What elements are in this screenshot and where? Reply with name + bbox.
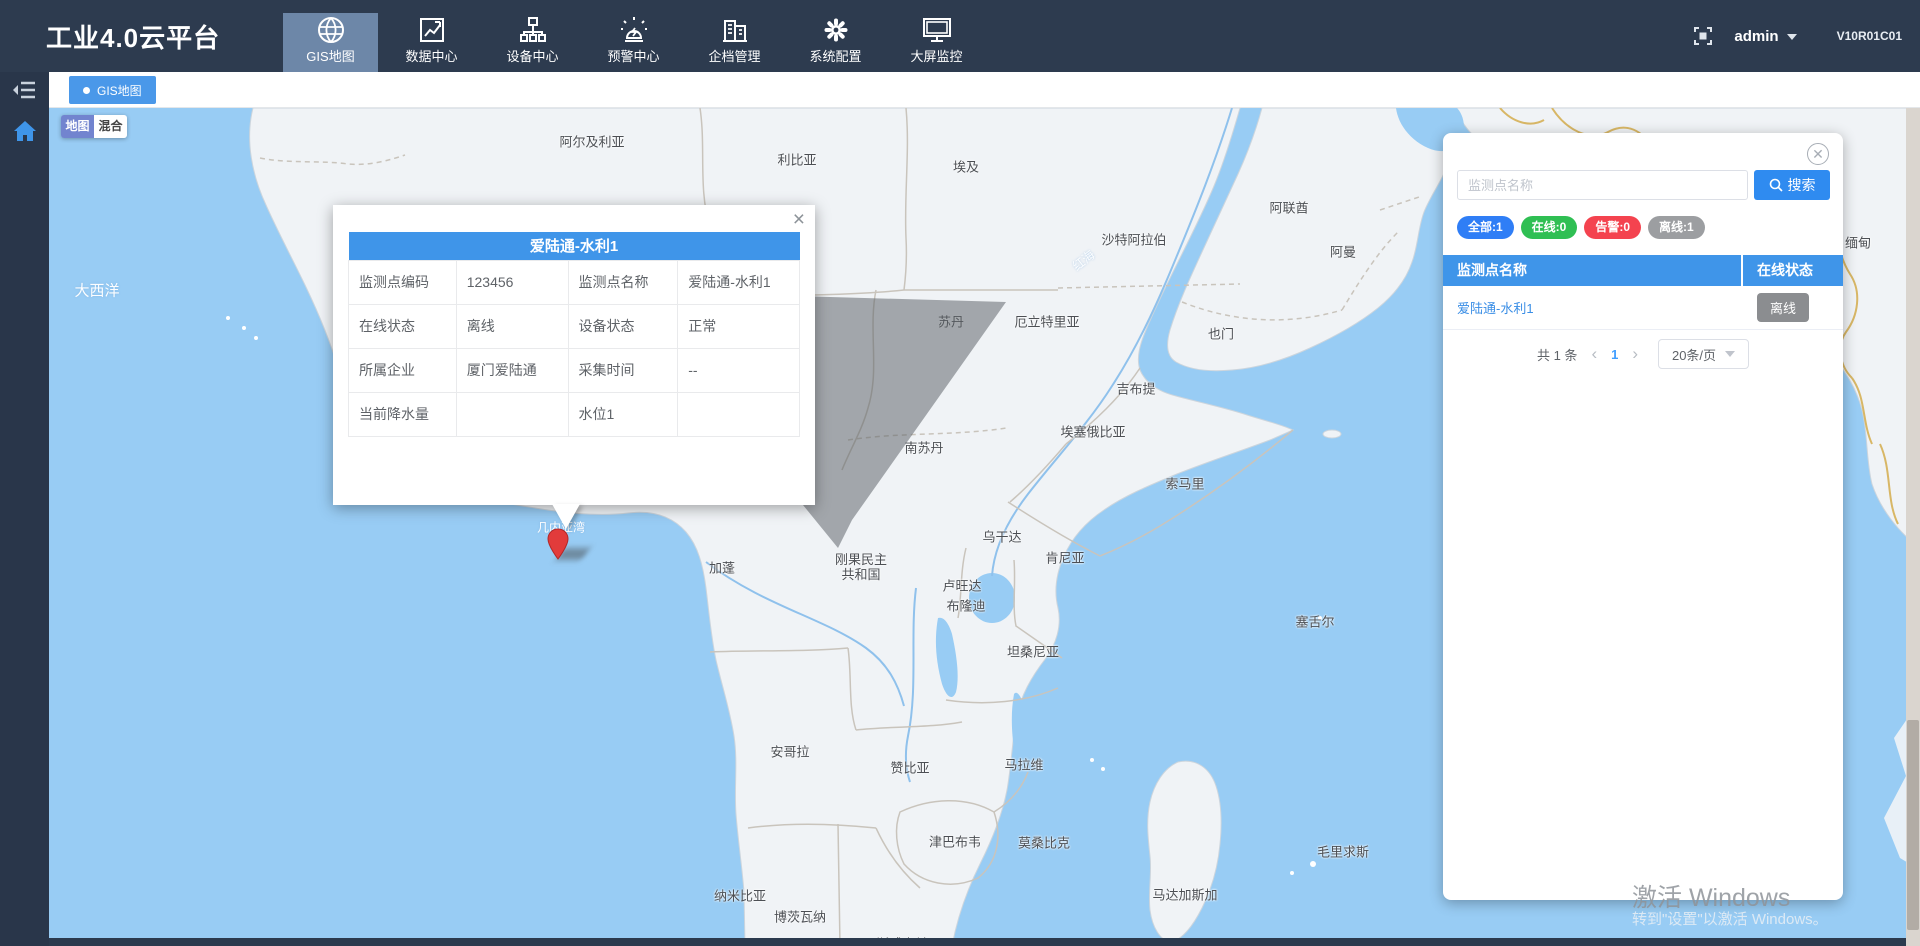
gear-icon (822, 15, 850, 45)
nav-item-label: 设备中心 (506, 46, 558, 65)
popup-cell-label: 采集时间 (568, 348, 678, 392)
panel-close-icon[interactable]: ✕ (1807, 143, 1829, 165)
search-button[interactable]: 搜索 (1754, 170, 1830, 200)
popup-detail-table: 爱陆通-水利1 监测点编码123456监测点名称爱陆通-水利1在线状态离线设备状… (348, 232, 800, 437)
alarm-icon (620, 15, 648, 45)
topbar-right: admin V10R01C01 (1694, 0, 1902, 72)
nav-item-数据中心[interactable]: 数据中心 (381, 0, 482, 72)
popup-close-icon[interactable]: × (793, 209, 805, 231)
building-icon (721, 15, 749, 45)
nav-item-label: 企档管理 (708, 46, 760, 65)
map-type-混合[interactable]: 混合 (94, 115, 127, 138)
version-label: V10R01C01 (1837, 29, 1902, 43)
monitor-point-popup: × 爱陆通-水利1 监测点编码123456监测点名称爱陆通-水利1在线状态离线设… (333, 205, 815, 505)
search-input[interactable] (1457, 170, 1748, 200)
popup-cell-label: 在线状态 (349, 304, 457, 348)
chevron-down-icon (1725, 351, 1735, 357)
nav-item-GIS地图[interactable]: GIS地图 (280, 0, 381, 72)
nav-item-label: 大屏监控 (910, 46, 962, 65)
active-tab-dot-icon (83, 87, 90, 94)
popup-cell-value: -- (678, 348, 800, 392)
page-size-select[interactable]: 20条/页 (1658, 339, 1749, 369)
popup-cell-value (678, 392, 800, 436)
monitor-icon (922, 15, 952, 45)
top-nav-bar: 工业4.0云平台 GIS地图 数据中心 设备中心 预警中心 企档管理 系统配置 大屏监控 a… (0, 0, 1920, 72)
map-type-地图[interactable]: 地图 (61, 115, 94, 138)
search-button-label: 搜索 (1788, 175, 1816, 195)
popup-arrow (552, 504, 580, 529)
prev-page-button[interactable]: ‹ (1591, 346, 1597, 362)
collapse-menu-icon[interactable] (13, 80, 37, 100)
nav-item-label: 系统配置 (809, 46, 861, 65)
bottom-edge-strip (0, 938, 1920, 946)
status-badges: 全部:1 在线:0 告警:0 离线:1 (1457, 216, 1705, 239)
vertical-scrollbar[interactable] (1906, 108, 1920, 946)
table-row: 爱陆通-水利1 离线 (1443, 286, 1843, 330)
status-cell: 离线 (1743, 293, 1841, 322)
app-title: 工业4.0云平台 (46, 0, 220, 72)
badge-在线:0[interactable]: 在线:0 (1521, 216, 1578, 239)
popup-cell-value: 爱陆通-水利1 (678, 260, 800, 304)
popup-title: 爱陆通-水利1 (349, 232, 800, 260)
user-menu[interactable]: admin (1734, 28, 1778, 45)
popup-cell-label: 所属企业 (349, 348, 457, 392)
popup-cell-value (456, 392, 568, 436)
search-icon (1769, 178, 1783, 192)
nav-item-label: GIS地图 (306, 46, 354, 65)
fullscreen-icon[interactable] (1694, 27, 1712, 45)
nav-item-系统配置[interactable]: 系统配置 (785, 0, 886, 72)
nav-item-label: 预警中心 (607, 46, 659, 65)
chart-icon (418, 15, 446, 45)
nav-item-预警中心[interactable]: 预警中心 (583, 0, 684, 72)
globe-icon (317, 15, 345, 45)
nav-item-设备中心[interactable]: 设备中心 (482, 0, 583, 72)
column-header-status: 在线状态 (1743, 255, 1841, 286)
popup-table-row: 所属企业厦门爱陆通采集时间-- (349, 348, 800, 392)
popup-cell-label: 监测点名称 (568, 260, 678, 304)
next-page-button[interactable]: › (1632, 346, 1638, 362)
popup-table-row: 当前降水量 水位1 (349, 392, 800, 436)
scrollbar-thumb[interactable] (1907, 720, 1919, 930)
badge-全部:1[interactable]: 全部:1 (1457, 216, 1514, 239)
badge-离线:1[interactable]: 离线:1 (1648, 216, 1705, 239)
tab-bar: GIS地图 (49, 72, 1920, 108)
tab-gis-map[interactable]: GIS地图 (69, 76, 156, 104)
popup-cell-label: 当前降水量 (349, 392, 457, 436)
home-icon[interactable] (13, 120, 37, 142)
map-type-control: 地图混合 (61, 115, 127, 138)
popup-table-row: 在线状态离线设备状态正常 (349, 304, 800, 348)
popup-cell-value: 离线 (456, 304, 568, 348)
popup-cell-value: 厦门爱陆通 (456, 348, 568, 392)
devices-icon (519, 15, 547, 45)
tab-label: GIS地图 (97, 82, 142, 99)
monitor-point-table: 监测点名称 在线状态 爱陆通-水利1 离线 (1443, 255, 1843, 330)
chevron-down-icon[interactable] (1787, 34, 1797, 40)
monitor-point-link[interactable]: 爱陆通-水利1 (1443, 298, 1743, 317)
nav-item-label: 数据中心 (405, 46, 457, 65)
badge-告警:0[interactable]: 告警:0 (1584, 216, 1641, 239)
column-header-name: 监测点名称 (1443, 255, 1743, 286)
popup-cell-label: 水位1 (568, 392, 678, 436)
pagination: 共 1 条 ‹ 1 › 20条/页 (1443, 339, 1843, 369)
map-marker-pin-icon[interactable] (546, 528, 570, 560)
popup-cell-value: 123456 (456, 260, 568, 304)
nav-item-大屏监控[interactable]: 大屏监控 (886, 0, 987, 72)
left-sidebar (0, 72, 49, 946)
popup-cell-label: 设备状态 (568, 304, 678, 348)
status-button[interactable]: 离线 (1757, 293, 1809, 322)
pagination-total: 共 1 条 (1537, 345, 1577, 364)
page-size-value: 20条/页 (1672, 345, 1716, 364)
nav-item-企档管理[interactable]: 企档管理 (684, 0, 785, 72)
search-panel: ✕ 搜索 全部:1 在线:0 告警:0 离线:1 监测点名称 在线状态 爱陆通-水利1… (1443, 133, 1843, 900)
popup-cell-value: 正常 (678, 304, 800, 348)
current-page[interactable]: 1 (1611, 347, 1618, 362)
popup-cell-label: 监测点编码 (349, 260, 457, 304)
popup-table-row: 监测点编码123456监测点名称爱陆通-水利1 (349, 260, 800, 304)
main-nav: GIS地图 数据中心 设备中心 预警中心 企档管理 系统配置 大屏监控 (280, 0, 987, 72)
